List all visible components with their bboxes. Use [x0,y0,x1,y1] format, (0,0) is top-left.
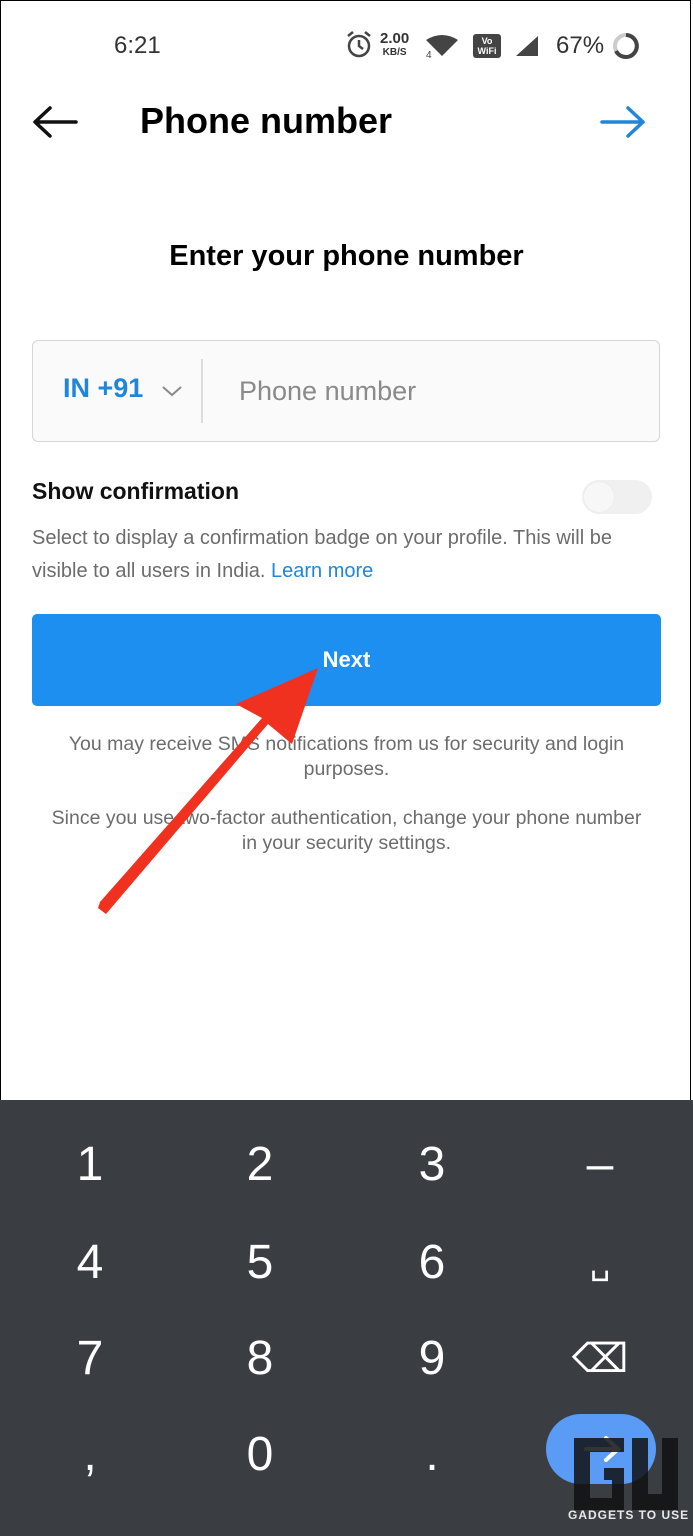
key-0[interactable]: 0 [200,1410,320,1500]
key-period[interactable]: . [372,1410,492,1500]
key-dash[interactable]: – [540,1120,660,1210]
key-2[interactable]: 2 [200,1120,320,1210]
key-3[interactable]: 3 [372,1120,492,1210]
key-1[interactable]: 1 [30,1120,150,1210]
annotation-arrow-icon [98,668,318,914]
key-space[interactable]: ␣ [540,1218,660,1308]
key-4[interactable]: 4 [30,1218,150,1308]
numeric-keyboard: 1 2 3 – 4 5 6 ␣ 7 8 9 ⌫ , 0 . GADGETS TO… [0,1100,693,1536]
key-9[interactable]: 9 [372,1314,492,1404]
key-5[interactable]: 5 [200,1218,320,1308]
backspace-key[interactable]: ⌫ [540,1314,660,1404]
key-7[interactable]: 7 [30,1314,150,1404]
watermark-text: GADGETS TO USE [568,1508,690,1522]
key-comma[interactable]: , [30,1410,150,1500]
key-8[interactable]: 8 [200,1314,320,1404]
key-6[interactable]: 6 [372,1218,492,1308]
